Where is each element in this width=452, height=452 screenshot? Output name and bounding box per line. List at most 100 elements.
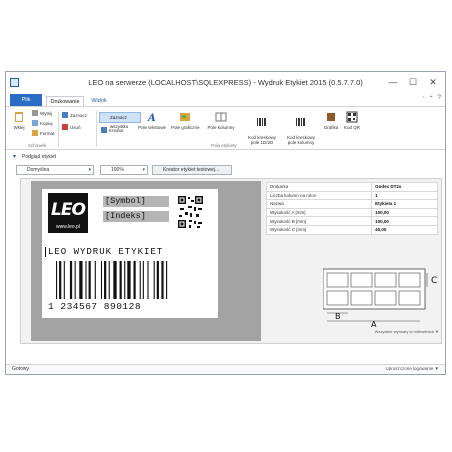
barcode-field-button[interactable]: Kod kreskowy pole 1D/2D — [246, 111, 278, 145]
select-all-button[interactable]: Zaznacz wszystko — [99, 112, 141, 129]
group-separator — [58, 111, 59, 147]
index-field[interactable]: [Indeks] — [103, 211, 169, 222]
tab-view[interactable]: Widok — [88, 96, 110, 106]
info-row: Wysokość A [mm] 100,00 — [265, 207, 438, 218]
select-icon — [62, 112, 68, 118]
barcode-number: 1 234567 890128 — [48, 301, 142, 312]
barcode-column-icon — [296, 118, 305, 126]
column-field-icon — [215, 112, 227, 122]
status-login[interactable]: Uproszczone logowanie ▼ — [386, 366, 439, 371]
grafika-button[interactable]: Grafika — [322, 111, 340, 130]
barcode-bar — [133, 261, 136, 299]
copy-icon — [32, 120, 38, 126]
format-button[interactable]: Format — [32, 130, 54, 136]
barcode-bar — [147, 261, 149, 299]
barcode-icon — [257, 118, 266, 126]
barcode-bar — [56, 261, 58, 299]
zoom-combo-value: 100% — [111, 167, 124, 173]
printer-combo[interactable]: Domyślna ▾ — [16, 165, 94, 175]
barcode-bar — [100, 261, 103, 299]
cut-button[interactable]: Wytnij — [32, 110, 52, 116]
wizard-label: Kreator — [109, 127, 124, 133]
dims-caption: Wszystkie wymiary w milimetrach ▼ — [374, 329, 439, 334]
svg-text:A: A — [147, 113, 156, 123]
close-button[interactable]: ✕ — [423, 75, 443, 90]
preview-toolbar: Domyślna ▾ 100% ▾ Kreator etykiet testowej… — [12, 163, 441, 177]
tab-printing[interactable]: Drukowanie — [46, 96, 84, 106]
select-button[interactable]: Zaznacz — [62, 112, 87, 118]
window-title: LEO na serwerze (LOCALHOST\SQLEXPRESS) -… — [88, 78, 363, 87]
info-value: 1 — [371, 190, 438, 201]
barcode-bar — [85, 261, 87, 299]
dim-a-label: A — [371, 320, 377, 327]
wizard-button[interactable]: Kreator — [101, 127, 124, 133]
qr-code-icon — [346, 111, 358, 123]
info-value: Etykieta 1 — [371, 199, 438, 209]
label-sheet[interactable]: LEO www.leo.pl [Symbol] [Indeks] LEO WYD — [42, 189, 218, 318]
dim-c-label: C — [431, 276, 437, 286]
column-field-label: Pole kolumny — [207, 125, 235, 130]
barcode-column-button[interactable]: Kod kreskowy pole kolumny — [284, 111, 318, 145]
barcode-bar — [142, 261, 144, 299]
maximize-button[interactable]: ☐ — [403, 75, 423, 90]
select-label: Zaznacz — [70, 112, 88, 118]
graphic-field-button[interactable]: Pole graficzne — [171, 111, 200, 130]
paste-button[interactable]: Wklej — [10, 111, 28, 130]
paste-icon — [15, 112, 23, 122]
delete-label: Usuń — [70, 124, 81, 130]
copy-button[interactable]: Kopiuj — [32, 120, 53, 126]
info-key: Nazwa — [265, 199, 373, 209]
leo-logo: LEO www.leo.pl — [48, 193, 88, 233]
leo-logo-text: LEO — [51, 200, 86, 220]
barcode-column-label: Kod kreskowy pole kolumny — [286, 135, 315, 145]
barcode-bar — [153, 261, 155, 299]
label-template-value: Kreator etykiet testowej... — [163, 167, 220, 173]
format-label: Format — [40, 130, 55, 136]
help-icon[interactable]: ? — [438, 95, 441, 102]
options-icon[interactable]: ◦ — [422, 95, 424, 102]
barcode-bar — [69, 261, 73, 299]
collapse-ribbon-icon[interactable]: ⌃ — [429, 95, 434, 102]
column-field-button[interactable]: Pole kolumny — [204, 111, 238, 130]
info-row: Wysokość C [mm] 40,00 — [265, 224, 438, 235]
tab-file[interactable]: Plik — [10, 94, 42, 106]
grafika-label: Grafika — [323, 125, 339, 130]
qr-code-image — [177, 195, 204, 229]
graphic-field-label: Pole graficzne — [171, 125, 200, 130]
barcode-bar — [94, 261, 96, 299]
barcode-bar — [59, 261, 62, 299]
info-value: 100,00 — [371, 207, 438, 218]
status-bar: Gotowy Uproszczone logowanie ▼ — [6, 364, 445, 374]
barcode-bar — [127, 261, 131, 299]
minimize-button[interactable]: — — [383, 75, 403, 90]
collapse-chevron-icon[interactable]: ▾ — [13, 152, 16, 162]
label-info-table: Drukarka Godex DT2x Liczba kolumn na rolce… — [265, 182, 438, 235]
leo-url: www.leo.pl — [56, 224, 80, 230]
group-separator — [96, 111, 97, 147]
qr-code-button[interactable]: Kod QR — [344, 111, 360, 130]
format-icon — [32, 130, 38, 136]
title-bar: LEO na serwerze (LOCALHOST\SQLEXPRESS) -… — [6, 72, 445, 94]
text-field-label: Pole tekstowe — [137, 125, 166, 130]
info-value: Godex DT2x — [371, 182, 438, 192]
ribbon-right-icons: ◦ ⌃ ? — [422, 95, 441, 102]
delete-button[interactable]: Usuń — [62, 124, 81, 130]
label-title-text[interactable]: LEO WYDRUK ETYKIET — [45, 247, 217, 257]
delete-icon — [62, 124, 68, 130]
app-window: LEO na serwerze (LOCALHOST\SQLEXPRESS) -… — [5, 71, 446, 375]
barcode-image — [56, 261, 168, 299]
paste-label: Wklej — [13, 125, 25, 130]
ribbon: Wklej Wytnij Kopiuj Format Schowek Zazna… — [6, 106, 445, 150]
zoom-combo[interactable]: 100% ▾ — [100, 165, 148, 175]
barcode-bar — [124, 261, 126, 299]
barcode-bar — [88, 261, 91, 299]
info-row: Drukarka Godex DT2x — [265, 182, 438, 192]
symbol-field[interactable]: [Symbol] — [103, 196, 169, 207]
barcode-bar — [113, 261, 117, 299]
text-field-button[interactable]: A Pole tekstowe — [137, 111, 167, 130]
info-key: Drukarka — [265, 182, 373, 192]
group-clipboard-label: Schowek — [28, 143, 47, 148]
barcode-bar — [119, 261, 122, 299]
info-row: Wysokość B [mm] 100,00 — [265, 216, 438, 226]
label-template-combo[interactable]: Kreator etykiet testowej... — [152, 165, 232, 175]
